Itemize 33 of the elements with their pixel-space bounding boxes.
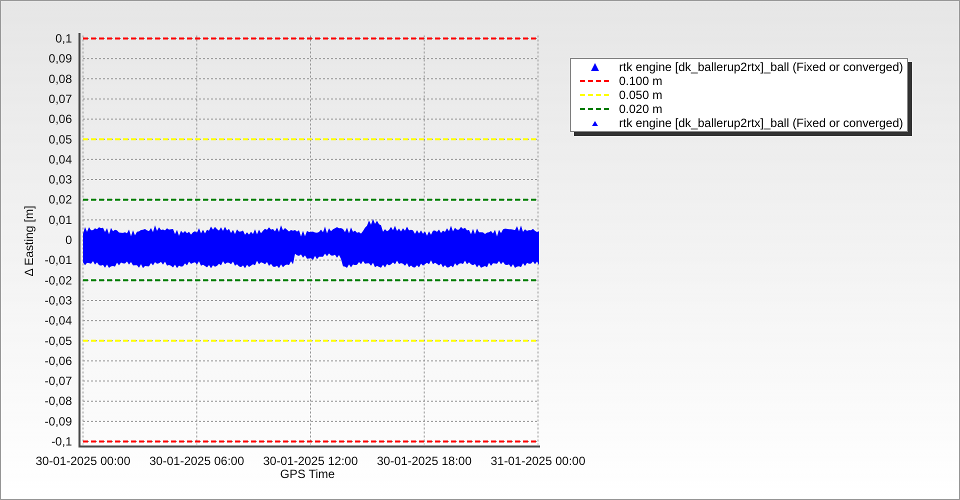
y-tick-label: -0,08: [44, 394, 72, 408]
y-tick-label: -0,04: [44, 314, 72, 328]
x-tick-label: 31-01-2025 00:00: [490, 454, 586, 468]
y-axis-title: Δ Easting [m]: [22, 206, 36, 276]
y-tick-label: 0,05: [48, 132, 72, 146]
x-axis-title: GPS Time: [280, 467, 335, 481]
y-tick-label: -0,03: [44, 293, 72, 308]
y-tick-label: 0,04: [48, 152, 72, 166]
y-tick-label: 0: [65, 233, 72, 247]
y-tick-label: 0,03: [48, 172, 72, 187]
y-tick-label: 0,07: [48, 92, 72, 106]
legend-label: 0.050 m: [619, 88, 662, 102]
x-tick-label: 30-01-2025 00:00: [36, 454, 130, 468]
y-tick-label: -0,1: [51, 434, 72, 448]
legend-label: rtk engine [dk_ballerup2rtx]_ball (Fixed or converged): [619, 60, 904, 74]
y-tick-label: -0,01: [44, 253, 72, 268]
y-tick-label: -0,06: [44, 354, 72, 368]
legend-label: 0.100 m: [619, 74, 662, 88]
x-tick-label: 30-01-2025 12:00: [263, 454, 358, 468]
y-tick-label: -0,05: [44, 334, 72, 348]
y-tick-label: 0,06: [48, 112, 72, 126]
y-tick-label: 0,09: [48, 52, 72, 66]
y-tick-label: -0,07: [44, 374, 72, 388]
x-tick-label: 30-01-2025 06:00: [149, 454, 244, 468]
y-tick-label: 0,1: [55, 32, 72, 46]
legend-label: rtk engine [dk_ballerup2rtx]_ball (Fixed or converged): [619, 116, 904, 130]
y-tick-label: 0,01: [48, 212, 72, 227]
y-tick-label: -0,09: [44, 414, 72, 428]
y-tick-label: 0,08: [48, 72, 72, 86]
y-tick-label: 0,02: [48, 192, 72, 207]
x-tick-label: 30-01-2025 18:00: [376, 454, 472, 468]
legend-label: 0.020 m: [619, 102, 662, 116]
y-tick-label: -0,02: [44, 273, 72, 288]
